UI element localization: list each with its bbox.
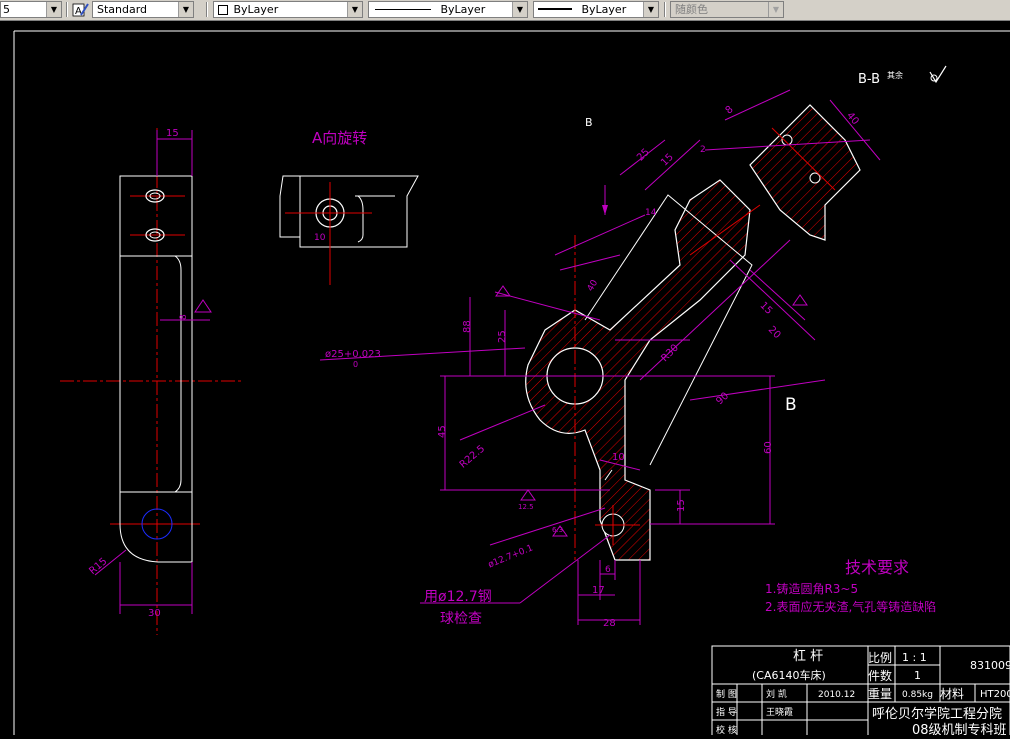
dim-r30: R30 bbox=[659, 342, 681, 364]
roughness-12-5: 12.5 bbox=[518, 503, 534, 511]
scale-label: 比例 bbox=[868, 651, 892, 665]
dim-60: 60 bbox=[763, 441, 774, 454]
dim-40-b: 40 bbox=[586, 278, 601, 293]
section-suffix: 其余 bbox=[887, 70, 903, 80]
dim-dia25: ø25+0.023 bbox=[325, 349, 381, 360]
part-sub: (CA6140车床) bbox=[752, 668, 826, 682]
section-label: B-B bbox=[858, 72, 880, 87]
svg-text:A: A bbox=[75, 6, 82, 17]
row2-role: 指 导 bbox=[716, 706, 737, 718]
toolbar-separator bbox=[66, 2, 68, 17]
dim-r22-5: R22.5 bbox=[458, 443, 487, 470]
dim-dia25-lower: 0 bbox=[353, 360, 358, 369]
dim-10-view-a: 10 bbox=[314, 233, 326, 243]
tech-req-title: 技术要求 bbox=[845, 558, 909, 577]
qty-label: 件数 bbox=[868, 668, 892, 683]
dim-15-right: 15 bbox=[676, 499, 687, 512]
material-value: HT200 bbox=[980, 689, 1010, 700]
chevron-down-icon[interactable]: ▼ bbox=[178, 2, 193, 17]
drawing-number: 831009 bbox=[970, 659, 1010, 672]
row1-role: 制 图 bbox=[716, 688, 737, 700]
tech-req-1: 1.铸造圆角R3~5 bbox=[765, 581, 858, 596]
chevron-down-icon[interactable]: ▼ bbox=[643, 2, 658, 17]
weight-value: 0.85kg bbox=[902, 690, 933, 700]
color-dropdown[interactable]: ByLayer ▼ bbox=[213, 1, 363, 18]
b-marker-top: B bbox=[585, 116, 593, 129]
cad-drawing: 15 30 R15 8 A向旋转 10 B-B 其余 B B ø25+0.023… bbox=[13, 30, 1010, 739]
dim-2: 2 bbox=[700, 145, 706, 155]
color-value: ByLayer bbox=[233, 3, 279, 16]
dim-8-left: 8 bbox=[179, 314, 189, 320]
dim-90: 90 bbox=[714, 391, 731, 408]
chevron-down-icon[interactable]: ▼ bbox=[46, 2, 61, 17]
lineweight-dropdown[interactable]: ByLayer ▼ bbox=[533, 1, 659, 18]
row1-date: 2010.12 bbox=[818, 690, 855, 700]
main-view: B-B 其余 B B ø25+0.023 0 25 88 45 R22.5 60… bbox=[319, 65, 947, 629]
scale-value: 1 : 1 bbox=[902, 651, 927, 664]
row3-role: 校 核 bbox=[716, 724, 737, 735]
linetype-preview-icon bbox=[375, 9, 431, 10]
roughness-6-3: 6.3 bbox=[552, 526, 563, 534]
lineweight-preview-icon bbox=[538, 8, 572, 10]
dim-dia12-7: ø12.7+0.1 bbox=[487, 543, 535, 570]
row1-name: 刘 凯 bbox=[766, 688, 787, 700]
note-ball-line2: 球检查 bbox=[440, 611, 482, 627]
view-a-title: A向旋转 bbox=[312, 129, 367, 147]
dim-45: 45 bbox=[437, 425, 448, 438]
linetype-dropdown[interactable]: ByLayer ▼ bbox=[368, 1, 528, 18]
dim-6: 6 bbox=[605, 565, 611, 575]
tech-req-2: 2.表面应无夹渣,气孔等铸造缺陷 bbox=[765, 599, 936, 614]
row2-name: 王晓霞 bbox=[766, 706, 793, 718]
dim-30-bottom: 30 bbox=[148, 608, 161, 619]
part-name: 杠 杆 bbox=[793, 648, 823, 664]
material-label: 材料 bbox=[940, 687, 964, 701]
dim-8-top: 8 bbox=[724, 104, 736, 117]
text-style-value: Standard bbox=[97, 3, 148, 16]
layer-value: 5 bbox=[3, 3, 10, 16]
linetype-value: ByLayer bbox=[440, 3, 486, 16]
dim-15-b: 15 bbox=[758, 300, 775, 317]
plot-style-dropdown[interactable]: 随颜色 ▼ bbox=[670, 1, 784, 18]
left-view: 15 30 R15 8 bbox=[60, 128, 242, 635]
dim-20: 20 bbox=[766, 324, 783, 341]
color-swatch-icon bbox=[218, 5, 228, 15]
dim-14: 14 bbox=[645, 208, 657, 218]
drawing-canvas[interactable]: 15 30 R15 8 A向旋转 10 B-B 其余 B B ø25+0.023… bbox=[0, 21, 1010, 739]
dim-r15: R15 bbox=[87, 556, 109, 577]
lineweight-value: ByLayer bbox=[581, 3, 627, 16]
dim-17: 17 bbox=[592, 585, 605, 596]
dim-88: 88 bbox=[462, 320, 473, 333]
dim-25: 25 bbox=[497, 330, 508, 343]
b-marker-right: B bbox=[785, 395, 797, 415]
tech-requirements: 技术要求 1.铸造圆角R3~5 2.表面应无夹渣,气孔等铸造缺陷 bbox=[765, 558, 936, 614]
chevron-down-icon[interactable]: ▼ bbox=[347, 2, 362, 17]
text-style-icon[interactable]: A bbox=[72, 1, 89, 18]
plot-style-value: 随颜色 bbox=[675, 3, 708, 16]
properties-toolbar: 5 ▼ A Standard ▼ ByLayer ▼ ByLayer ▼ ByL… bbox=[0, 0, 1010, 21]
school-name: 呼伦贝尔学院工程分院 bbox=[872, 706, 1002, 722]
chevron-down-icon[interactable]: ▼ bbox=[512, 2, 527, 17]
title-block-text: 杠 杆 (CA6140车床) 比例 1 : 1 件数 1 831009 重量 0… bbox=[716, 648, 1010, 738]
dim-15-top2: 15 bbox=[659, 152, 676, 169]
toolbar-separator bbox=[664, 2, 666, 17]
view-a: A向旋转 10 bbox=[279, 129, 419, 285]
text-style-dropdown[interactable]: Standard ▼ bbox=[92, 1, 194, 18]
dim-15-top: 15 bbox=[166, 128, 179, 139]
chevron-down-icon[interactable]: ▼ bbox=[768, 2, 783, 17]
qty-value: 1 bbox=[914, 669, 921, 682]
class-name: 08级机制专科班 bbox=[912, 723, 1007, 735]
weight-label: 重量 bbox=[868, 687, 892, 701]
roughness-symbol-icon bbox=[929, 65, 947, 84]
dim-40: 40 bbox=[844, 110, 861, 127]
dim-10-mid: 10 bbox=[612, 452, 625, 463]
dim-28: 28 bbox=[603, 618, 616, 629]
toolbar-separator bbox=[206, 2, 208, 17]
layer-dropdown[interactable]: 5 ▼ bbox=[0, 1, 62, 18]
note-ball-line1: 用ø12.7钢 bbox=[424, 589, 492, 605]
